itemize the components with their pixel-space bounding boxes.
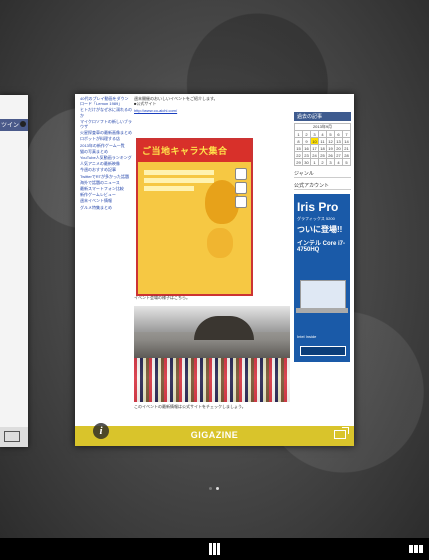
left-link[interactable]: 猫の写真まとめ [80, 149, 132, 154]
current-tab-card[interactable]: 40代のプレイ動画をダウンロード「Lemon 1989」 ヒトだけがなぜ水に溺れ… [75, 94, 354, 446]
ad-line: グラフィックス 5200 [297, 216, 335, 221]
photo-caption: イベント会場の様子はこちら。 [134, 295, 190, 300]
calendar-day[interactable]: 23 [302, 151, 311, 159]
bottom-toolbar [0, 538, 429, 560]
calendar-day[interactable]: 16 [302, 144, 311, 152]
tab-title: GIGAZINE [190, 430, 239, 440]
page-dot-active[interactable] [216, 487, 219, 490]
sidebar-advertisement[interactable]: Iris Pro グラフィックス 5200 ついに登場!! インテル Core … [294, 194, 350, 362]
left-link[interactable]: ロボットが料理する店 [80, 136, 132, 141]
left-link-column: 40代のプレイ動画をダウンロード「Lemon 1989」 ヒトだけがなぜ水に溺れ… [80, 96, 132, 211]
left-link[interactable]: 新作ゲームレビュー [80, 192, 132, 197]
calendar-day[interactable]: 11 [318, 137, 327, 145]
ad-footer: Intel Inside [297, 334, 317, 339]
calendar-day[interactable]: 25 [318, 151, 327, 159]
calendar-day[interactable]: 18 [318, 144, 327, 152]
previous-tab-card[interactable]: ツイン [0, 95, 28, 447]
calendar-day[interactable]: 3 [326, 158, 335, 166]
event-poster-image: ご当地キャラ大集合 [136, 138, 253, 296]
calendar-day[interactable]: 1 [294, 130, 303, 138]
info-icon[interactable]: i [93, 423, 109, 439]
calendar-day[interactable]: 30 [302, 158, 311, 166]
left-link[interactable]: 海外で話題のニュース [80, 180, 132, 185]
calendar-day[interactable]: 2 [318, 158, 327, 166]
poster-text-line [144, 186, 194, 191]
calendar-day[interactable]: 27 [334, 151, 343, 159]
share-icon[interactable] [334, 427, 349, 439]
calendar-day[interactable]: 17 [310, 144, 319, 152]
archive-header: 過去の記事 [294, 112, 351, 121]
left-link[interactable]: マイクロソフトの新しいブラウザ [80, 119, 132, 129]
site-url-link[interactable]: http://www.co-aichi.com/ [134, 108, 292, 113]
official-account-section[interactable]: 公式アカウント [294, 182, 351, 190]
article-footer-text: このイベントの最新情報は公式サイトをチェックしましょう。 [134, 404, 246, 409]
calendar-day[interactable]: 21 [342, 144, 351, 152]
calendar-day[interactable]: 12 [326, 137, 335, 145]
left-link[interactable]: 40代のプレイ動画をダウンロード「Lemon 1989」 [80, 96, 132, 106]
keyboard-icon [4, 431, 20, 442]
calendar-day[interactable]: 15 [294, 144, 303, 152]
grid-icon[interactable] [209, 543, 221, 555]
left-link[interactable]: グルメ特集まとめ [80, 205, 132, 210]
calendar-day[interactable]: 9 [302, 137, 311, 145]
calendar-day[interactable]: 24 [310, 151, 319, 159]
page-indicator [207, 477, 221, 495]
left-link[interactable]: 週末イベント情報 [80, 198, 132, 203]
calendar-day[interactable]: 26 [326, 151, 335, 159]
calendar-month: 2013年9月 [294, 123, 351, 131]
tab-title-bar[interactable]: GIGAZINE [75, 426, 354, 446]
calendar-day[interactable]: 7 [342, 130, 351, 138]
left-link[interactable]: 火星探査車の最新画像まとめ [80, 130, 132, 135]
left-link[interactable]: YouTube人気動画ランキング [80, 155, 132, 160]
right-sidebar: 過去の記事 2013年9月 1 2 3 4 5 6 7 8 9 10 11 12… [294, 112, 351, 362]
poster-badge-icon [235, 168, 247, 180]
previous-card-header-text: ツイン [1, 123, 20, 129]
calendar-day[interactable]: 6 [334, 130, 343, 138]
left-link[interactable]: 今週のおすすめ記事 [80, 167, 132, 172]
ad-button[interactable] [300, 346, 346, 356]
gear-icon [20, 121, 26, 127]
mascot-figure [205, 180, 239, 224]
article-main: 週末開催のおいしいイベントをご紹介します。 ■公式サイト http://www.… [134, 96, 292, 113]
poster-banner-text: ご当地キャラ大集合 [142, 146, 228, 156]
calendar-day[interactable]: 3 [310, 130, 319, 138]
site-label: ■公式サイト [134, 101, 157, 106]
laptop-image [300, 280, 346, 310]
left-link[interactable]: ヒトだけがなぜ水に溺れるのか [80, 107, 132, 117]
calendar-day[interactable]: 22 [294, 151, 303, 159]
left-link[interactable]: 2013年の新作ゲーム一覧 [80, 143, 132, 148]
calendar-day[interactable]: 20 [334, 144, 343, 152]
laptop-base [296, 308, 348, 313]
calendar-day[interactable]: 13 [334, 137, 343, 145]
event-photo [134, 306, 290, 402]
left-link[interactable]: TwitterでRTが多かった話題 [80, 174, 132, 179]
calendar-day[interactable]: 4 [334, 158, 343, 166]
photo-crowd [134, 358, 290, 402]
poster-badge-icon [235, 182, 247, 194]
calendar-day[interactable]: 5 [326, 130, 335, 138]
calendar-day[interactable]: 1 [310, 158, 319, 166]
calendar-day-highlighted[interactable]: 10 [310, 137, 319, 145]
poster-text-line [144, 170, 214, 175]
calendar-day[interactable]: 8 [294, 137, 303, 145]
left-link[interactable]: 最新スマートフォン比較 [80, 186, 132, 191]
calendar-day[interactable]: 19 [326, 144, 335, 152]
calendar-day[interactable]: 4 [318, 130, 327, 138]
calendar-day[interactable]: 2 [302, 130, 311, 138]
ad-product: インテル Core i7-4750HQ [297, 241, 346, 253]
left-link[interactable]: 人気アニメの最新映像 [80, 161, 132, 166]
page-dot[interactable] [209, 487, 212, 490]
poster-badge-icon [235, 196, 247, 208]
tabs-icon[interactable] [409, 545, 423, 553]
calendar-day[interactable]: 29 [294, 158, 303, 166]
calendar-day[interactable]: 28 [342, 151, 351, 159]
ad-brand: Iris Pro [297, 200, 339, 214]
calendar-day[interactable]: 5 [342, 158, 351, 166]
poster-text-line [144, 178, 214, 183]
ad-headline: ついに登場!! [297, 225, 343, 234]
archive-calendar: 2013年9月 1 2 3 4 5 6 7 8 9 10 11 12 13 14… [294, 123, 351, 166]
mascot-figure [207, 228, 233, 258]
genre-section[interactable]: ジャンル [294, 170, 351, 178]
calendar-day[interactable]: 14 [342, 137, 351, 145]
